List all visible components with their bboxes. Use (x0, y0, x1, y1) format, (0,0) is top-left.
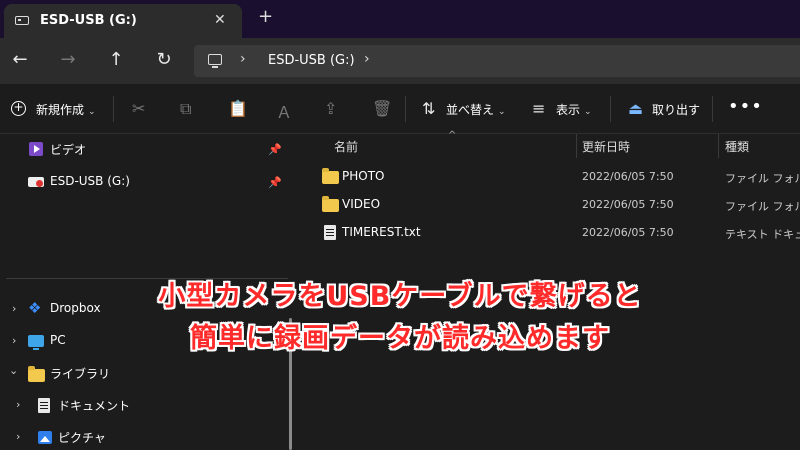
video-icon (29, 142, 43, 156)
sort-button[interactable]: 並べ替え ⌄ (446, 101, 506, 118)
chevron-down-icon: ⌄ (88, 107, 96, 117)
toolbar-divider (712, 96, 713, 122)
sidebar-item-label: ライブラリ (50, 367, 111, 381)
new-icon: + (11, 101, 26, 116)
back-button[interactable]: ← (8, 48, 32, 72)
column-header-name[interactable]: 名前 (334, 138, 358, 155)
copy-icon[interactable]: ⧉ (180, 99, 191, 119)
caption-line-1: 小型カメラをUSBケーブルで繋げると (158, 281, 642, 312)
toolbar-divider (610, 96, 611, 122)
sidebar-item-pictures[interactable]: › ピクチャ (0, 424, 290, 450)
file-row-video[interactable]: VIDEO 2022/06/05 7:50 ファイル フォルダー (303, 191, 800, 219)
file-name: PHOTO (342, 169, 385, 183)
column-divider[interactable] (718, 134, 719, 158)
view-label: 表示 (556, 103, 581, 117)
sidebar-item-label: ドキュメント (58, 399, 131, 413)
new-label: 新規作成 (36, 103, 85, 117)
new-button[interactable]: 新規作成 ⌄ (36, 101, 96, 118)
folder-icon (28, 366, 45, 382)
sidebar-item-label: ESD-USB (G:) (50, 174, 130, 188)
file-row-timerest[interactable]: TIMEREST.txt 2022/06/05 7:50 テキスト ドキュメント (303, 219, 800, 247)
file-name: VIDEO (342, 197, 381, 211)
share-icon[interactable]: ⇪ (324, 99, 337, 118)
sidebar-item-label: ピクチャ (58, 431, 106, 445)
toolbar-divider (405, 96, 406, 122)
file-date: 2022/06/05 7:50 (582, 226, 674, 239)
sort-icon: ⇅ (422, 99, 436, 118)
pc-icon (208, 54, 222, 68)
pin-icon[interactable]: 📌 (268, 176, 282, 189)
tab-esd-usb[interactable]: ESD-USB (G:) ✕ (4, 4, 242, 38)
delete-icon[interactable]: 🗑 (372, 99, 392, 118)
file-date: 2022/06/05 7:50 (582, 198, 674, 211)
file-type: テキスト ドキュメント (725, 228, 800, 241)
rename-icon[interactable]: Ａ (276, 99, 292, 123)
command-bar: + 新規作成 ⌄ ✂ ⧉ 📋 Ａ ⇪ 🗑 ⇅ 並べ替え ⌄ ≡ 表示 ⌄ ⏏ 取り出す… (0, 84, 800, 134)
address-bar[interactable]: › ESD-USB (G:) › (194, 45, 800, 77)
more-options-button[interactable]: ••• (728, 96, 763, 117)
view-button[interactable]: 表示 ⌄ (556, 101, 592, 118)
collapse-chevron-icon[interactable]: ⌄ (9, 364, 18, 377)
up-button[interactable]: ↑ (104, 48, 128, 72)
sidebar-item-label: ビデオ (50, 143, 87, 157)
title-tab-bar: ESD-USB (G:) ✕ + (0, 0, 800, 38)
navigation-bar: ← → ↑ ↻ › ESD-USB (G:) › (0, 38, 800, 84)
sort-ascending-icon: ^ (448, 130, 457, 141)
new-tab-button[interactable]: + (258, 8, 273, 26)
caption-line-2: 簡単に録画データが読み込めます (190, 323, 610, 354)
eject-icon: ⏏ (628, 99, 644, 118)
sidebar-item-libraries[interactable]: ⌄ ライブラリ (0, 360, 290, 388)
pin-icon[interactable]: 📌 (268, 143, 282, 156)
expand-chevron-icon[interactable]: › (16, 430, 20, 443)
file-name: TIMEREST.txt (342, 225, 421, 239)
forward-button[interactable]: → (56, 48, 80, 72)
file-row-photo[interactable]: PHOTO 2022/06/05 7:50 ファイル フォルダー (303, 163, 800, 191)
toolbar-divider (113, 96, 114, 122)
breadcrumb-chevron-icon[interactable]: › (240, 51, 246, 67)
sidebar-item-videos[interactable]: ビデオ 📌 (0, 134, 290, 164)
text-file-icon (324, 225, 336, 240)
column-header-type[interactable]: 種類 (725, 138, 749, 155)
tab-title: ESD-USB (G:) (40, 13, 137, 28)
chevron-down-icon: ⌄ (498, 107, 506, 117)
column-header-date[interactable]: 更新日時 (582, 138, 630, 155)
close-tab-icon[interactable]: ✕ (214, 12, 226, 28)
refresh-button[interactable]: ↻ (152, 48, 176, 72)
file-date: 2022/06/05 7:50 (582, 170, 674, 183)
usb-drive-icon (28, 177, 44, 187)
cut-icon[interactable]: ✂ (132, 99, 145, 118)
folder-icon (322, 196, 339, 212)
folder-icon (322, 168, 339, 184)
sort-label: 並べ替え (446, 103, 495, 117)
view-icon: ≡ (532, 99, 546, 118)
eject-button[interactable]: 取り出す (652, 101, 700, 118)
paste-icon[interactable]: 📋 (228, 99, 248, 118)
file-type: ファイル フォルダー (725, 172, 800, 185)
sidebar-item-documents[interactable]: › ドキュメント (0, 392, 290, 420)
breadcrumb-drive[interactable]: ESD-USB (G:) (268, 53, 355, 68)
expand-chevron-icon[interactable]: › (16, 398, 20, 411)
chevron-down-icon: ⌄ (584, 107, 592, 117)
drive-icon (15, 16, 29, 25)
sidebar-item-usb-drive[interactable]: ESD-USB (G:) 📌 (0, 166, 290, 196)
document-icon (38, 398, 50, 413)
picture-icon (38, 431, 52, 444)
column-divider[interactable] (576, 134, 577, 158)
breadcrumb-chevron-icon[interactable]: › (364, 51, 370, 67)
file-type: ファイル フォルダー (725, 200, 800, 213)
